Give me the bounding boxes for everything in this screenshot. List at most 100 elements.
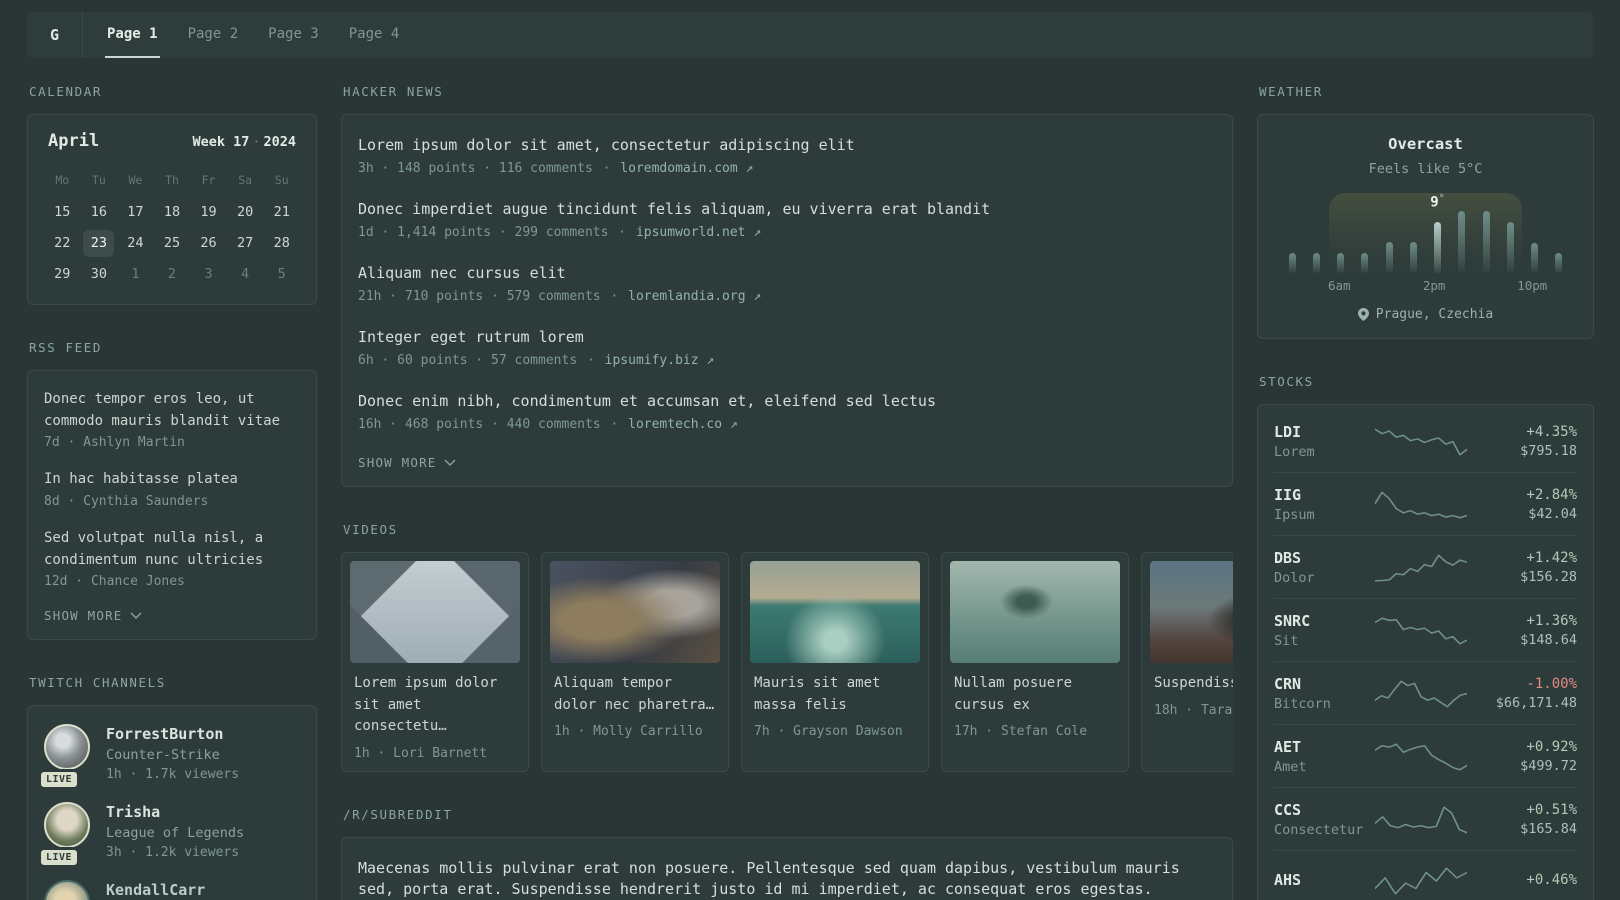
stock-row[interactable]: DBS Dolor +1.42% $156.28 xyxy=(1274,536,1577,599)
hn-item-title[interactable]: Integer eget rutrum lorem xyxy=(358,327,1216,348)
video-card[interactable]: Suspendisse diam 18h · Tara xyxy=(1141,552,1233,773)
calendar-day: 22 xyxy=(54,235,71,251)
tab-page-2[interactable]: Page 2 xyxy=(186,12,241,58)
external-link-icon: ↗ xyxy=(753,289,762,304)
temperature-bar xyxy=(1385,242,1393,273)
time-label xyxy=(1280,278,1304,293)
channel-game: Counter-Strike xyxy=(106,747,220,764)
stock-row[interactable]: LDI Lorem +4.35% $795.18 xyxy=(1274,410,1577,473)
chevron-down-icon xyxy=(130,612,142,620)
hn-item-title[interactable]: Aliquam nec cursus elit xyxy=(358,263,1216,284)
stock-symbol[interactable]: CCS xyxy=(1274,801,1375,819)
stock-change: +0.92% xyxy=(1526,739,1577,755)
tab-page-1[interactable]: Page 1 xyxy=(105,12,160,58)
rss-item[interactable]: In hac habitasse platea 8d · Cynthia Sau… xyxy=(44,469,300,509)
degree-symbol: ° xyxy=(1438,193,1445,204)
rss-show-more-button[interactable]: SHOW MORE xyxy=(44,608,300,623)
video-thumbnail xyxy=(750,561,920,663)
external-link-icon: ↗ xyxy=(745,161,754,176)
stock-row[interactable]: AET Amet +0.92% $499.72 xyxy=(1274,725,1577,788)
temperature-bar xyxy=(1337,253,1345,273)
stock-row[interactable]: SNRC Sit +1.36% $148.64 xyxy=(1274,599,1577,662)
stock-symbol[interactable]: SNRC xyxy=(1274,612,1375,630)
stock-name: Bitcorn xyxy=(1274,696,1331,712)
temperature-bar-current xyxy=(1434,222,1442,273)
stock-change: -1.00% xyxy=(1526,676,1577,692)
stock-symbol[interactable]: AET xyxy=(1274,738,1375,756)
hn-item-domain-link[interactable]: ipsumify.biz xyxy=(605,353,699,368)
stock-symbol[interactable]: DBS xyxy=(1274,549,1375,567)
rss-item[interactable]: Sed volutpat nulla nisl, a condimentum n… xyxy=(44,528,300,589)
hn-item-title[interactable]: Donec imperdiet augue tincidunt felis al… xyxy=(358,199,1216,220)
weather-section-title: WEATHER xyxy=(1259,84,1323,99)
hn-item: Donec imperdiet augue tincidunt felis al… xyxy=(358,199,1216,240)
avatar xyxy=(44,724,90,771)
calendar-weekday: Fr xyxy=(201,173,216,187)
stock-symbol[interactable]: CRN xyxy=(1274,675,1375,693)
twitch-channel-row[interactable]: KendallCarr xyxy=(44,880,300,900)
temperature-bar xyxy=(1288,253,1296,273)
rss-item-title[interactable]: Donec tempor eros leo, ut commodo mauris… xyxy=(44,389,300,432)
rss-item-title[interactable]: In hac habitasse platea xyxy=(44,469,300,491)
video-card[interactable]: Aliquam tempor dolor nec pharetra… 1h · … xyxy=(541,552,729,773)
hn-item-meta: 3h · 148 points · 116 comments xyxy=(358,161,593,176)
calendar-week-label: Week 17 xyxy=(192,134,250,150)
temperature-bar xyxy=(1531,243,1539,273)
tab-page-4[interactable]: Page 4 xyxy=(347,12,402,58)
videos-section-title: VIDEOS xyxy=(343,522,398,537)
location-pin-icon xyxy=(1357,308,1369,321)
hn-show-more-button[interactable]: SHOW MORE xyxy=(358,455,1216,470)
twitch-channel-row[interactable]: LIVE Trisha League of Legends 3h · 1.2k … xyxy=(38,802,300,869)
hn-item-meta: 16h · 468 points · 440 comments xyxy=(358,417,601,432)
calendar-day: 25 xyxy=(163,235,181,251)
channel-name[interactable]: ForrestBurton xyxy=(106,725,239,743)
subreddit-widget: Maecenas mollis pulvinar erat non posuer… xyxy=(341,837,1233,900)
hn-item-domain-link[interactable]: loremdomain.com xyxy=(620,161,737,176)
videos-row: Lorem ipsum dolor sit amet consectetu… 1… xyxy=(341,552,1233,773)
calendar-weekday: We xyxy=(128,173,143,187)
tab-page-3[interactable]: Page 3 xyxy=(266,12,321,58)
stock-change: +0.46% xyxy=(1526,871,1577,888)
left-column: CALENDAR April Week 17 · 2024 Mo Tu We Th Fr Sa… xyxy=(27,84,317,900)
rss-section: RSS FEED Donec tempor eros leo, ut commo… xyxy=(27,340,317,641)
channel-name[interactable]: Trisha xyxy=(106,803,244,821)
video-card[interactable]: Mauris sit amet massa felis 7h · Grayson… xyxy=(741,552,929,773)
stock-row[interactable]: CCS Consectetur +0.51% $165.84 xyxy=(1274,788,1577,851)
hn-item: Aliquam nec cursus elit 21h · 710 points… xyxy=(358,263,1216,304)
stock-row[interactable]: CRN Bitcorn -1.00% $66,171.48 xyxy=(1274,662,1577,725)
stock-price: $795.18 xyxy=(1520,443,1577,459)
stock-symbol[interactable]: LDI xyxy=(1274,423,1375,441)
stock-change: +2.84% xyxy=(1526,487,1577,503)
hn-item-title[interactable]: Donec enim nibh, condimentum et accumsan… xyxy=(358,391,1216,412)
weather-condition: Overcast xyxy=(1388,135,1463,153)
hn-item-domain-link[interactable]: loremlandia.org xyxy=(628,289,745,304)
hn-item-domain-link[interactable]: loremtech.co xyxy=(628,417,722,432)
video-card[interactable]: Lorem ipsum dolor sit amet consectetu… 1… xyxy=(341,552,529,773)
calendar-day: 4 xyxy=(241,266,250,282)
video-card[interactable]: Nullam posuere cursus ex 17h · Stefan Co… xyxy=(941,552,1129,773)
time-label xyxy=(1446,278,1470,293)
hn-item-meta: 6h · 60 points · 57 comments xyxy=(358,353,578,368)
stock-sparkline xyxy=(1375,740,1467,774)
weather-widget: Overcast Feels like 5°C 9° 6am 2pm 10pm Pr… xyxy=(1257,114,1594,339)
twitch-channel-row[interactable]: LIVE ForrestBurton Counter-Strike 1h · 1… xyxy=(38,724,300,791)
stock-row[interactable]: AHS +0.46% xyxy=(1274,851,1577,900)
hn-item-title[interactable]: Lorem ipsum dolor sit amet, consectetur … xyxy=(358,135,1216,156)
stock-symbol[interactable]: IIG xyxy=(1274,486,1375,504)
rss-item-title[interactable]: Sed volutpat nulla nisl, a condimentum n… xyxy=(44,528,300,571)
video-meta: 17h · Stefan Cole xyxy=(954,724,1088,740)
hn-item-domain-link[interactable]: ipsumworld.net xyxy=(636,225,746,240)
reddit-post-title[interactable]: Maecenas mollis pulvinar erat non posuer… xyxy=(358,858,1216,900)
weather-section: WEATHER Overcast Feels like 5°C 9° 6am 2p… xyxy=(1257,84,1594,339)
stock-symbol[interactable]: AHS xyxy=(1274,871,1375,889)
stock-change: +4.35% xyxy=(1526,424,1577,440)
show-more-label: SHOW MORE xyxy=(358,455,437,470)
video-title: Lorem ipsum dolor sit amet consectetu… xyxy=(354,675,498,735)
current-temp-label: 9° xyxy=(1430,193,1445,211)
stock-row[interactable]: IIG Ipsum +2.84% $42.04 xyxy=(1274,473,1577,536)
time-label: 2pm xyxy=(1422,278,1446,293)
rss-widget: Donec tempor eros leo, ut commodo mauris… xyxy=(27,370,317,641)
temperature-bars xyxy=(1280,209,1571,273)
channel-name[interactable]: KendallCarr xyxy=(106,881,205,899)
rss-item[interactable]: Donec tempor eros leo, ut commodo mauris… xyxy=(44,389,300,450)
